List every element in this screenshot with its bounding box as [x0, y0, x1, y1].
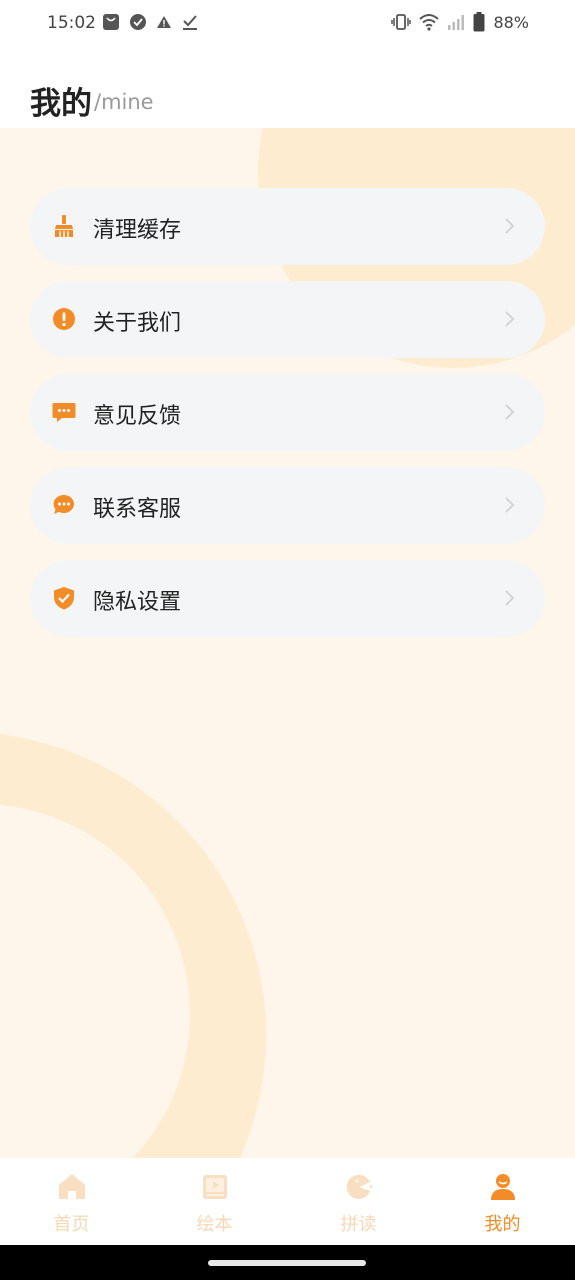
status-bar: 15:02 88% [0, 0, 575, 48]
menu-item-privacy-settings[interactable]: 隐私设置 [30, 560, 545, 637]
tab-phonics[interactable]: 拼读 [287, 1158, 430, 1245]
status-time: 15:02 [47, 13, 96, 33]
bottom-tab-bar: 首页 绘本 拼读 我的 [0, 1158, 575, 1245]
chevron-right-icon [505, 404, 515, 420]
tab-label: 我的 [484, 1214, 521, 1235]
chevron-right-icon [505, 311, 515, 327]
chevron-right-icon [505, 590, 515, 606]
menu-item-about-us[interactable]: 关于我们 [30, 281, 545, 358]
battery-percent: 88% [493, 12, 529, 32]
menu-item-label: 清理缓存 [93, 218, 182, 243]
home-icon [59, 1174, 85, 1199]
menu-item-clear-cache[interactable]: 清理缓存 [30, 188, 545, 265]
broom-icon [55, 215, 73, 237]
info-alert-icon [53, 308, 75, 330]
chevron-right-icon [505, 218, 515, 234]
tab-home[interactable]: 首页 [0, 1158, 143, 1245]
page-header: 我的 /mine [0, 48, 575, 128]
settings-menu: 清理缓存 关于我们 意见反馈 联系客服 隐私设置 [30, 188, 545, 653]
menu-item-contact-service[interactable]: 联系客服 [30, 467, 545, 544]
shopping-bag-icon [103, 14, 119, 30]
warning-icon [157, 16, 171, 28]
wifi-icon [419, 14, 440, 31]
phonics-icon [346, 1174, 373, 1199]
profile-icon [491, 1174, 515, 1200]
tab-label: 绘本 [196, 1214, 233, 1235]
menu-item-feedback[interactable]: 意见反馈 [30, 374, 545, 451]
tab-picture-book[interactable]: 绘本 [143, 1158, 286, 1245]
page-title: 我的 [30, 86, 92, 122]
system-navigation-bar [0, 1245, 575, 1280]
signal-icon [448, 15, 465, 30]
tab-label: 首页 [53, 1214, 90, 1235]
menu-item-label: 关于我们 [93, 311, 182, 336]
menu-item-label: 意见反馈 [93, 404, 182, 429]
tab-mine[interactable]: 我的 [431, 1158, 574, 1245]
battery-icon [473, 12, 485, 32]
download-done-icon [183, 15, 197, 30]
check-circle-icon [130, 14, 146, 30]
chevron-right-icon [505, 497, 515, 513]
page-subtitle: /mine [94, 90, 154, 114]
home-gesture-handle[interactable] [208, 1260, 366, 1266]
tab-label: 拼读 [340, 1214, 377, 1235]
menu-item-label: 隐私设置 [93, 590, 182, 615]
menu-item-label: 联系客服 [93, 497, 182, 522]
status-icons-left [102, 13, 199, 31]
feedback-message-icon [52, 403, 76, 422]
picture-book-icon [203, 1175, 227, 1199]
vibrate-icon [391, 14, 412, 30]
shield-check-icon [54, 587, 74, 610]
chat-bubble-icon [53, 494, 74, 514]
status-icons-right: 88% [391, 12, 529, 32]
